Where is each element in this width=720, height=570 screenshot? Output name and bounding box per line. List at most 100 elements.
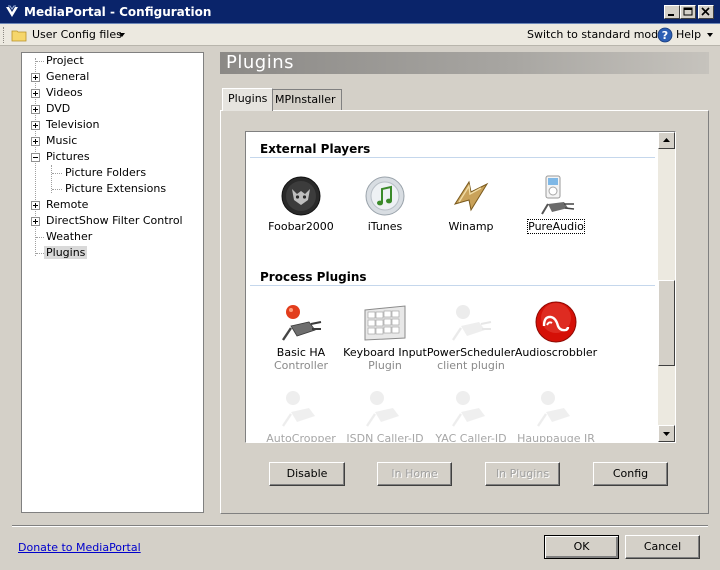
foobar-icon [281,176,321,216]
disable-button[interactable]: Disable [269,462,345,486]
tree-item-label: DVD [46,102,71,115]
tree-item-project[interactable]: Project [44,53,86,69]
plugin-yac-caller-id[interactable]: YAC Caller-ID [423,386,519,442]
tree-connector [36,237,44,238]
tree-item-remote[interactable]: Remote [44,197,90,213]
lastfm-icon [535,301,577,343]
tree-connector [36,61,44,62]
tree-item-label: Videos [46,86,83,99]
tree-item-weather[interactable]: Weather [44,229,94,245]
plugin-hauppauge-ir[interactable]: Hauppauge IR [508,386,604,443]
close-button[interactable] [698,5,714,19]
window-title: MediaPortal - Configuration [24,5,212,19]
vertical-scrollbar[interactable] [658,132,675,442]
close-icon [701,7,710,16]
plug-icon [366,391,399,427]
tree-item-label: Plugins [44,246,88,259]
plug-icon [537,391,570,427]
plugin-audioscrobbler[interactable]: Audioscrobbler [508,300,604,364]
tree-connector [36,253,44,254]
navigation-tree[interactable]: Project General Videos DVD Television Mu… [21,52,204,513]
tree-item-pictures[interactable]: Pictures [44,149,92,165]
tree-item-label: Television [46,118,100,131]
plug-icon [452,391,485,427]
tree-item-picture-folders[interactable]: Picture Folders [63,165,148,181]
plugin-keyboard-input[interactable]: Keyboard Input Plugin [337,300,433,376]
plugin-subname: Plugin [368,359,402,372]
maximize-icon [683,7,693,16]
plugin-basic-ha[interactable]: Basic HA Controller [253,300,349,376]
minimize-button[interactable] [664,5,680,19]
expand-icon[interactable] [31,121,40,130]
plug-icon [282,305,322,341]
plugin-list[interactable]: External Players Foobar2000 iTunes Winam… [245,131,676,443]
user-config-menu[interactable]: User Config files [32,28,122,41]
keyboard-icon [364,305,406,341]
section-header: Plugins [220,52,709,74]
expand-icon[interactable] [31,217,40,226]
expand-icon[interactable] [31,89,40,98]
plugin-subname: client plugin [437,359,505,372]
chevron-down-icon[interactable] [119,33,125,37]
config-button[interactable]: Config [593,462,668,486]
tree-item-dvd[interactable]: DVD [44,101,72,117]
plugin-name: PureAudio [508,219,604,234]
expand-icon[interactable] [31,201,40,210]
tree-item-general[interactable]: General [44,69,91,85]
maximize-button[interactable] [680,5,696,19]
toolbar-grip [3,27,6,43]
ok-button[interactable]: OK [544,535,619,559]
tree-item-label: Remote [46,198,89,211]
expand-icon[interactable] [31,73,40,82]
tab-mpinstaller[interactable]: MPInstaller [269,89,342,110]
pureaudio-icon [541,175,575,215]
expand-icon[interactable] [31,105,40,114]
plugin-name: Hauppauge IR [517,432,595,443]
group-title-process-plugins: Process Plugins [260,270,367,284]
menu-bar: User Config files Switch to standard mod… [0,24,720,46]
plugin-name: AutoCropper [266,432,336,443]
plugin-pureaudio[interactable]: PureAudio [508,174,604,238]
tree-item-plugins[interactable]: Plugins [44,245,88,261]
donate-link[interactable]: Donate to MediaPortal [18,541,141,554]
tree-item-directshow[interactable]: DirectShow Filter Control [44,213,185,229]
expand-icon[interactable] [31,137,40,146]
in-home-button[interactable]: In Home [377,462,452,486]
in-plugins-button[interactable]: In Plugins [485,462,560,486]
tree-item-label: Picture Extensions [65,182,167,195]
tree-item-label: Pictures [46,150,90,163]
cancel-button[interactable]: Cancel [625,535,700,559]
tree-item-television[interactable]: Television [44,117,102,133]
mediaportal-logo-icon [6,5,18,17]
tree-item-label: General [46,70,90,83]
plugin-powerscheduler[interactable]: PowerScheduler client plugin [423,300,519,376]
tree-item-label: Picture Folders [65,166,147,179]
plugin-foobar2000[interactable]: Foobar2000 [253,174,349,238]
plugin-isdn-caller-id[interactable]: ISDN Caller-ID [337,386,433,442]
tree-item-picture-extensions[interactable]: Picture Extensions [63,181,168,197]
minimize-icon [668,14,674,16]
svg-text:?: ? [662,29,668,42]
plugin-autocropper[interactable]: AutoCropper [253,386,349,443]
plugin-winamp[interactable]: Winamp [423,174,519,238]
help-icon[interactable]: ? [657,27,673,43]
help-menu[interactable]: Help [676,28,701,41]
plugin-name: PowerScheduler [426,346,516,359]
tree-item-label: DirectShow Filter Control [46,214,183,227]
plugin-name: Basic HA [276,346,326,359]
switch-mode-button[interactable]: Switch to standard mode [527,28,665,41]
scroll-down-button[interactable] [658,425,675,442]
help-dropdown-icon[interactable] [707,33,713,37]
plugin-name: iTunes [367,220,403,233]
plugin-itunes[interactable]: iTunes [337,174,433,238]
plugin-name: Audioscrobbler [514,346,598,359]
scroll-up-button[interactable] [658,132,675,149]
tree-connector [52,173,62,174]
plugin-name-text: PureAudio [527,219,585,234]
tree-item-music[interactable]: Music [44,133,79,149]
tab-plugins[interactable]: Plugins [222,88,274,111]
tree-item-videos[interactable]: Videos [44,85,85,101]
plug-icon [282,391,315,427]
collapse-icon[interactable] [31,153,40,162]
scroll-thumb[interactable] [658,280,675,366]
